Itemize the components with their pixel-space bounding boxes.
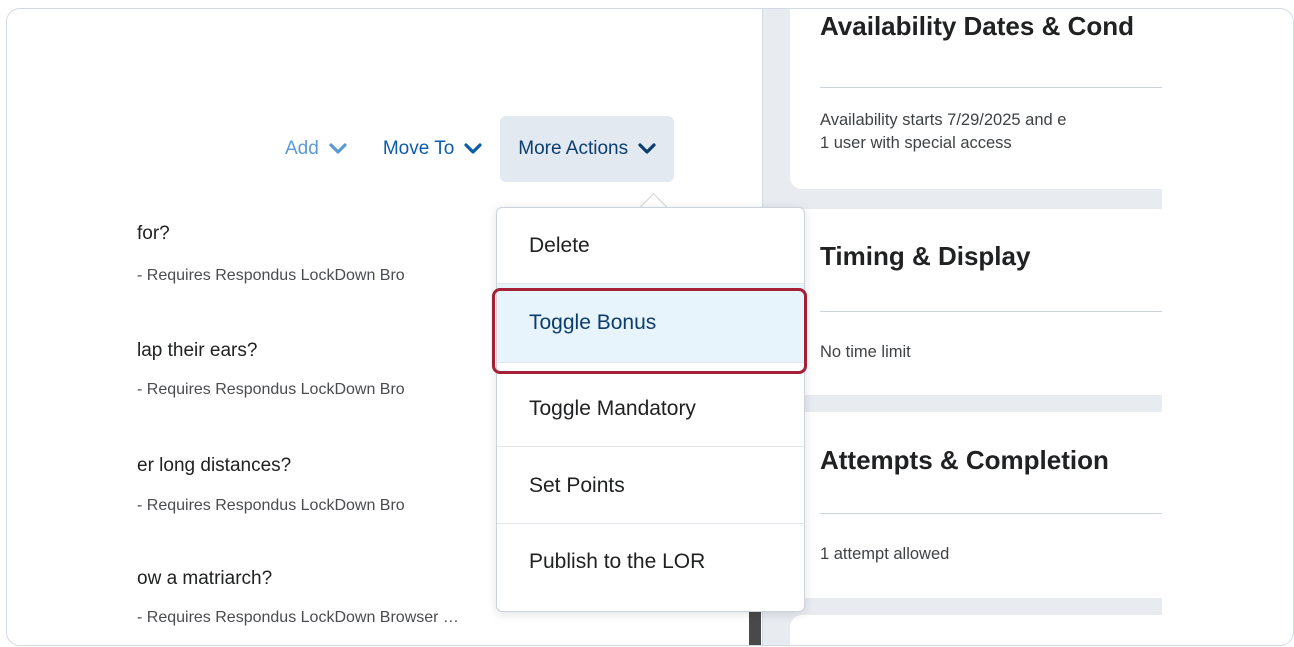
question-title[interactable]: for?: [137, 223, 170, 245]
move-to-button[interactable]: Move To: [365, 116, 500, 182]
attempts-completion-card[interactable]: Attempts & Completion 1 attempt allowed: [790, 412, 1162, 598]
question-subtitle: - Requires Respondus LockDown Bro: [137, 497, 405, 514]
timing-display-title: Timing & Display: [820, 241, 1031, 271]
question-subtitle: - Requires Respondus LockDown Bro: [137, 381, 405, 398]
add-button[interactable]: Add: [267, 116, 365, 182]
menu-item-toggle-bonus[interactable]: Toggle Bonus: [497, 284, 804, 363]
move-to-button-label: Move To: [382, 138, 455, 159]
menu-item-set-points[interactable]: Set Points: [497, 448, 804, 524]
special-access-text: 1 user with special access: [820, 134, 1012, 152]
menu-item-delete[interactable]: Delete: [497, 208, 804, 284]
question-title[interactable]: lap their ears?: [137, 340, 257, 362]
timing-display-card[interactable]: Timing & Display No time limit: [790, 209, 1162, 395]
attempts-completion-title: Attempts & Completion: [820, 445, 1109, 475]
question-title[interactable]: ow a matriarch?: [137, 568, 272, 590]
menu-item-toggle-mandatory[interactable]: Toggle Mandatory: [497, 371, 804, 447]
divider: [820, 513, 1162, 514]
next-settings-card[interactable]: [790, 615, 1162, 645]
question-title[interactable]: er long distances?: [137, 455, 291, 477]
divider: [820, 311, 1162, 312]
divider: [820, 87, 1162, 88]
menu-item-publish-lor[interactable]: Publish to the LOR: [497, 524, 804, 600]
more-actions-button-label: More Actions: [518, 138, 629, 159]
availability-card[interactable]: Availability Dates & Cond Availability s…: [790, 9, 1162, 189]
chevron-down-icon: [329, 143, 347, 154]
app-frame: Add Move To More Actions for? - Requires…: [6, 8, 1294, 646]
settings-pane: Availability Dates & Cond Availability s…: [782, 9, 1162, 645]
more-actions-menu: Delete Toggle Bonus Toggle Mandatory Set…: [496, 207, 805, 612]
time-limit-text: No time limit: [820, 343, 911, 361]
chevron-down-icon: [638, 143, 656, 154]
more-actions-button[interactable]: More Actions: [500, 116, 675, 182]
availability-start-text: Availability starts 7/29/2025 and e: [820, 111, 1067, 129]
availability-title: Availability Dates & Cond: [820, 11, 1134, 41]
question-subtitle: - Requires Respondus LockDown Browser …: [137, 609, 459, 626]
question-toolbar: Add Move To More Actions: [267, 116, 675, 182]
add-button-label: Add: [285, 138, 319, 159]
chevron-down-icon: [464, 143, 482, 154]
attempts-allowed-text: 1 attempt allowed: [820, 545, 950, 563]
question-subtitle: - Requires Respondus LockDown Bro: [137, 267, 405, 284]
